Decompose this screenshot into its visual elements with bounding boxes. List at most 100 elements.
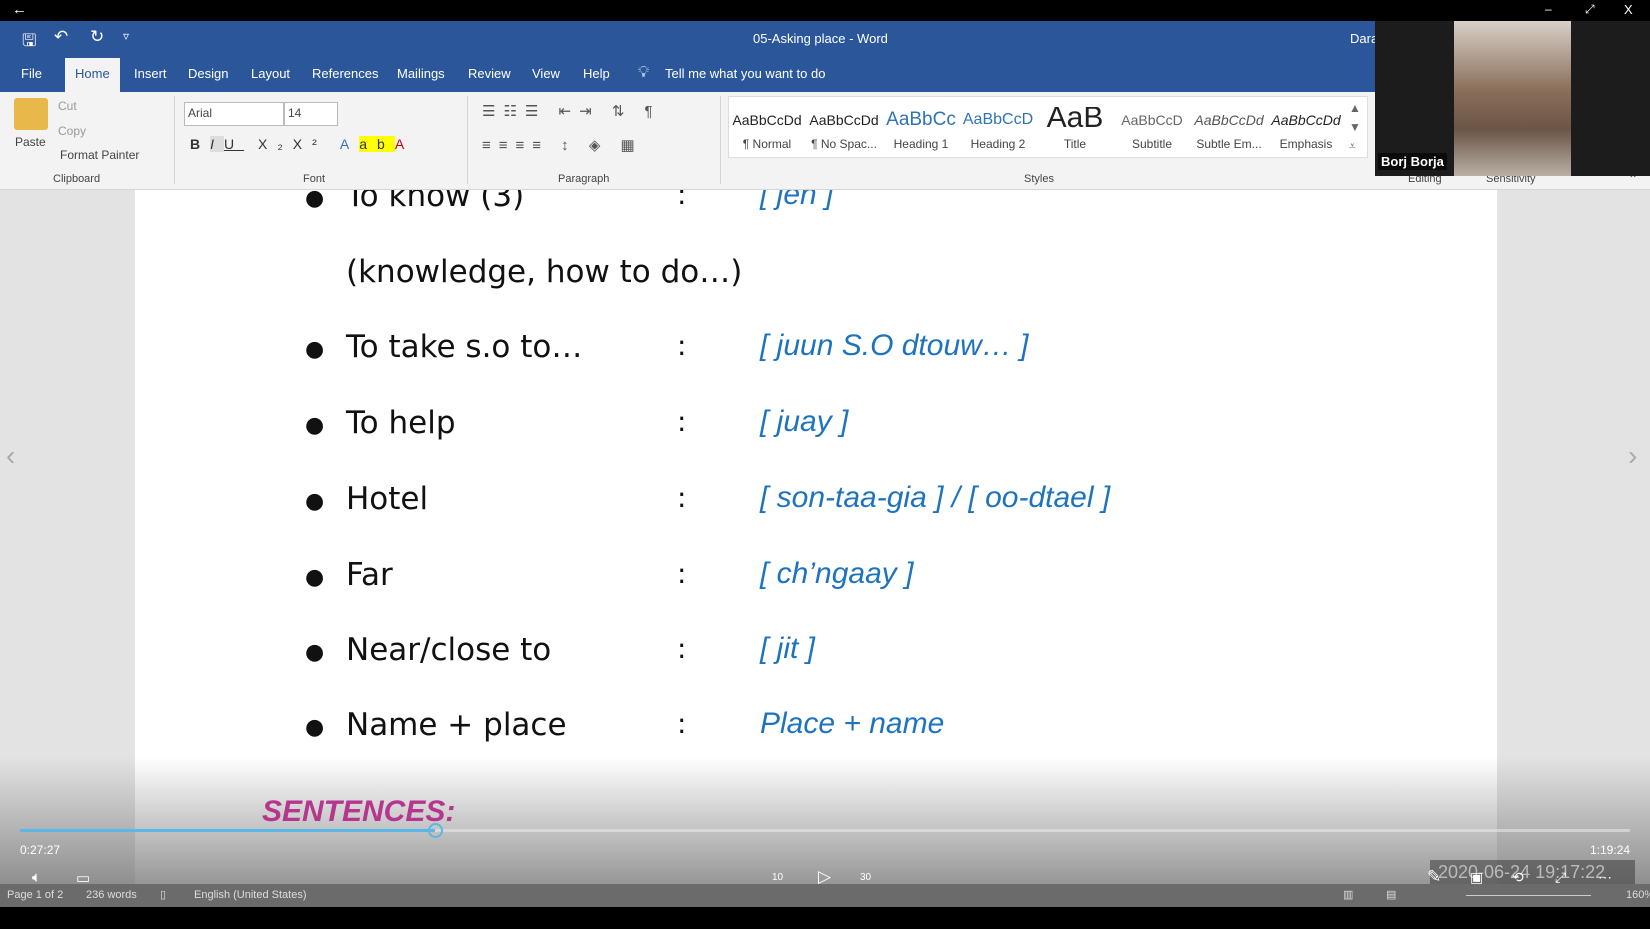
paste-button[interactable]: Paste	[15, 135, 46, 149]
total-time: 1:19:24	[1590, 843, 1631, 857]
tab-help[interactable]: Help	[583, 66, 610, 81]
style-subtle-emphasis[interactable]: AaBbCcDd Subtle Em...	[1191, 107, 1267, 151]
proofing-icon[interactable]: ▯	[160, 888, 166, 901]
zoom-slider[interactable]	[1466, 895, 1591, 896]
sentences-heading: SENTENCES:	[262, 795, 456, 828]
font-group-label: Font	[303, 173, 326, 185]
word-count[interactable]: 236 words	[86, 889, 137, 901]
translation: [ son-taa-gia ] / [ oo-dtael ]	[760, 481, 1111, 514]
list-item: ● To know (3): [ jeh ]	[135, 190, 1497, 222]
status-bar: Page 1 of 2 236 words ▯ English (United …	[0, 884, 1650, 907]
window-title: 05-Asking place - Word	[753, 31, 888, 46]
format-painter-button[interactable]: Format Painter	[60, 148, 139, 162]
bullet-icon: ●	[305, 190, 325, 211]
zoom-level[interactable]: 160%	[1626, 889, 1650, 901]
tab-review[interactable]: Review	[468, 66, 511, 81]
clipboard-group-label: Clipboard	[53, 173, 101, 185]
tab-mailings[interactable]: Mailings	[397, 66, 445, 81]
separator: :	[677, 707, 687, 740]
style-normal[interactable]: AaBbCcDd ¶ Normal	[729, 107, 805, 151]
bullet-icon: ●	[305, 489, 325, 514]
seek-handle[interactable]	[428, 823, 444, 838]
separator: :	[677, 632, 687, 665]
separator: :	[677, 405, 687, 438]
term: To help	[346, 405, 456, 441]
style-subtitle[interactable]: AaBbCcD Subtitle	[1114, 107, 1190, 151]
bullet-icon: ●	[305, 715, 325, 740]
term: Name + place	[346, 707, 567, 743]
list-item: ● To take s.o to…: [ juun S.O dtouw… ]	[135, 329, 1497, 373]
undo-icon[interactable]: ↶	[54, 27, 68, 47]
top-bar: ← – ⤢ X	[0, 0, 1650, 21]
font-name-select[interactable]: Arial	[184, 102, 284, 126]
translation: [ juay ]	[760, 405, 849, 438]
styles-gallery: AaBbCcDd ¶ Normal AaBbCcDd ¶ No Spac... Aa…	[728, 96, 1368, 158]
save-icon[interactable]: 🖫	[22, 28, 36, 57]
styles-group-label: Styles	[1024, 173, 1054, 185]
font-size-select[interactable]: 14	[284, 102, 338, 126]
customize-qat-icon[interactable]: ▿	[123, 29, 129, 43]
paragraph-list-buttons[interactable]: ☰☷☰ ⇤⇥ ⇅ ¶	[482, 102, 661, 120]
style-title[interactable]: AaB Title	[1037, 107, 1113, 151]
restore-button[interactable]: ⤢	[1585, 2, 1595, 17]
copy-button[interactable]: Copy	[58, 124, 86, 138]
close-button[interactable]: X	[1624, 2, 1633, 17]
style-heading-2[interactable]: AaBbCcD Heading 2	[960, 107, 1036, 151]
style-emphasis[interactable]: AaBbCcDd Emphasis	[1268, 107, 1344, 151]
ribbon-tabs: File Home Insert Design Layout Reference…	[0, 58, 1375, 92]
print-layout-icon[interactable]: ▤	[1386, 888, 1396, 901]
redo-icon[interactable]: ↻	[90, 27, 104, 47]
translation: Place + name	[760, 707, 945, 740]
elapsed-time: 0:27:27	[20, 843, 61, 857]
seek-bar[interactable]	[20, 823, 1630, 838]
cut-button[interactable]: Cut	[58, 99, 77, 113]
paste-icon	[14, 98, 48, 130]
page-count[interactable]: Page 1 of 2	[7, 889, 63, 901]
tab-view[interactable]: View	[532, 66, 560, 81]
back-icon[interactable]: ←	[12, 1, 27, 18]
user-name[interactable]: Dara	[1350, 31, 1378, 46]
lightbulb-icon: 💡︎	[638, 64, 650, 81]
tab-file[interactable]: File	[21, 66, 42, 81]
translation: [ juun S.O dtouw… ]	[760, 329, 1029, 362]
bullet-icon: ●	[305, 565, 325, 590]
term: To know (3)	[346, 190, 525, 214]
translation: [ jeh ]	[760, 190, 834, 211]
tab-layout[interactable]: Layout	[251, 66, 290, 81]
tell-me-search[interactable]: Tell me what you want to do	[665, 66, 825, 81]
bullet-icon: ●	[305, 337, 325, 362]
translation: [ ch’ngaay ]	[760, 557, 914, 590]
list-item: ● To help: [ juay ]	[135, 405, 1497, 449]
separator: :	[677, 190, 687, 211]
paragraph-align-buttons[interactable]: ≡≡≡≡ ↕ ◈ ▦	[482, 136, 643, 154]
term: (knowledge, how to do…)	[346, 254, 743, 290]
bottom-bar	[0, 907, 1650, 929]
tab-references[interactable]: References	[312, 66, 378, 81]
language[interactable]: English (United States)	[194, 889, 307, 901]
styles-scroll[interactable]: ▲ ▼ ⩡	[1349, 99, 1361, 156]
title-bar: 🖫 ↶ ↻ ▿ 05-Asking place - Word Dara	[0, 21, 1378, 58]
rewind-10-button[interactable]: 10	[772, 872, 783, 883]
participant-name: Borj Borja	[1378, 153, 1447, 170]
separator: :	[677, 557, 687, 590]
tab-home[interactable]: Home	[65, 58, 120, 92]
tab-design[interactable]: Design	[188, 66, 228, 81]
term: To take s.o to…	[346, 329, 583, 365]
list-item: (knowledge, how to do…)	[135, 254, 1497, 298]
next-arrow-icon[interactable]: ›	[1628, 440, 1637, 472]
term: Far	[346, 557, 393, 593]
term: Hotel	[346, 481, 429, 517]
prev-arrow-icon[interactable]: ‹	[6, 440, 15, 472]
tab-insert[interactable]: Insert	[134, 66, 167, 81]
participant-video	[1454, 21, 1571, 176]
minimize-button[interactable]: –	[1545, 2, 1552, 16]
bullet-icon: ●	[305, 640, 325, 665]
style-no-spacing[interactable]: AaBbCcDd ¶ No Spac...	[806, 107, 882, 151]
read-mode-icon[interactable]: ▥	[1343, 888, 1353, 901]
separator: :	[677, 481, 687, 514]
forward-30-button[interactable]: 30	[860, 872, 871, 883]
list-item: ● Far: [ ch’ngaay ]	[135, 557, 1497, 601]
style-heading-1[interactable]: AaBbCc Heading 1	[883, 107, 959, 151]
font-format-buttons[interactable]: BIU X₂X² AabA	[190, 136, 414, 152]
separator: :	[677, 329, 687, 362]
